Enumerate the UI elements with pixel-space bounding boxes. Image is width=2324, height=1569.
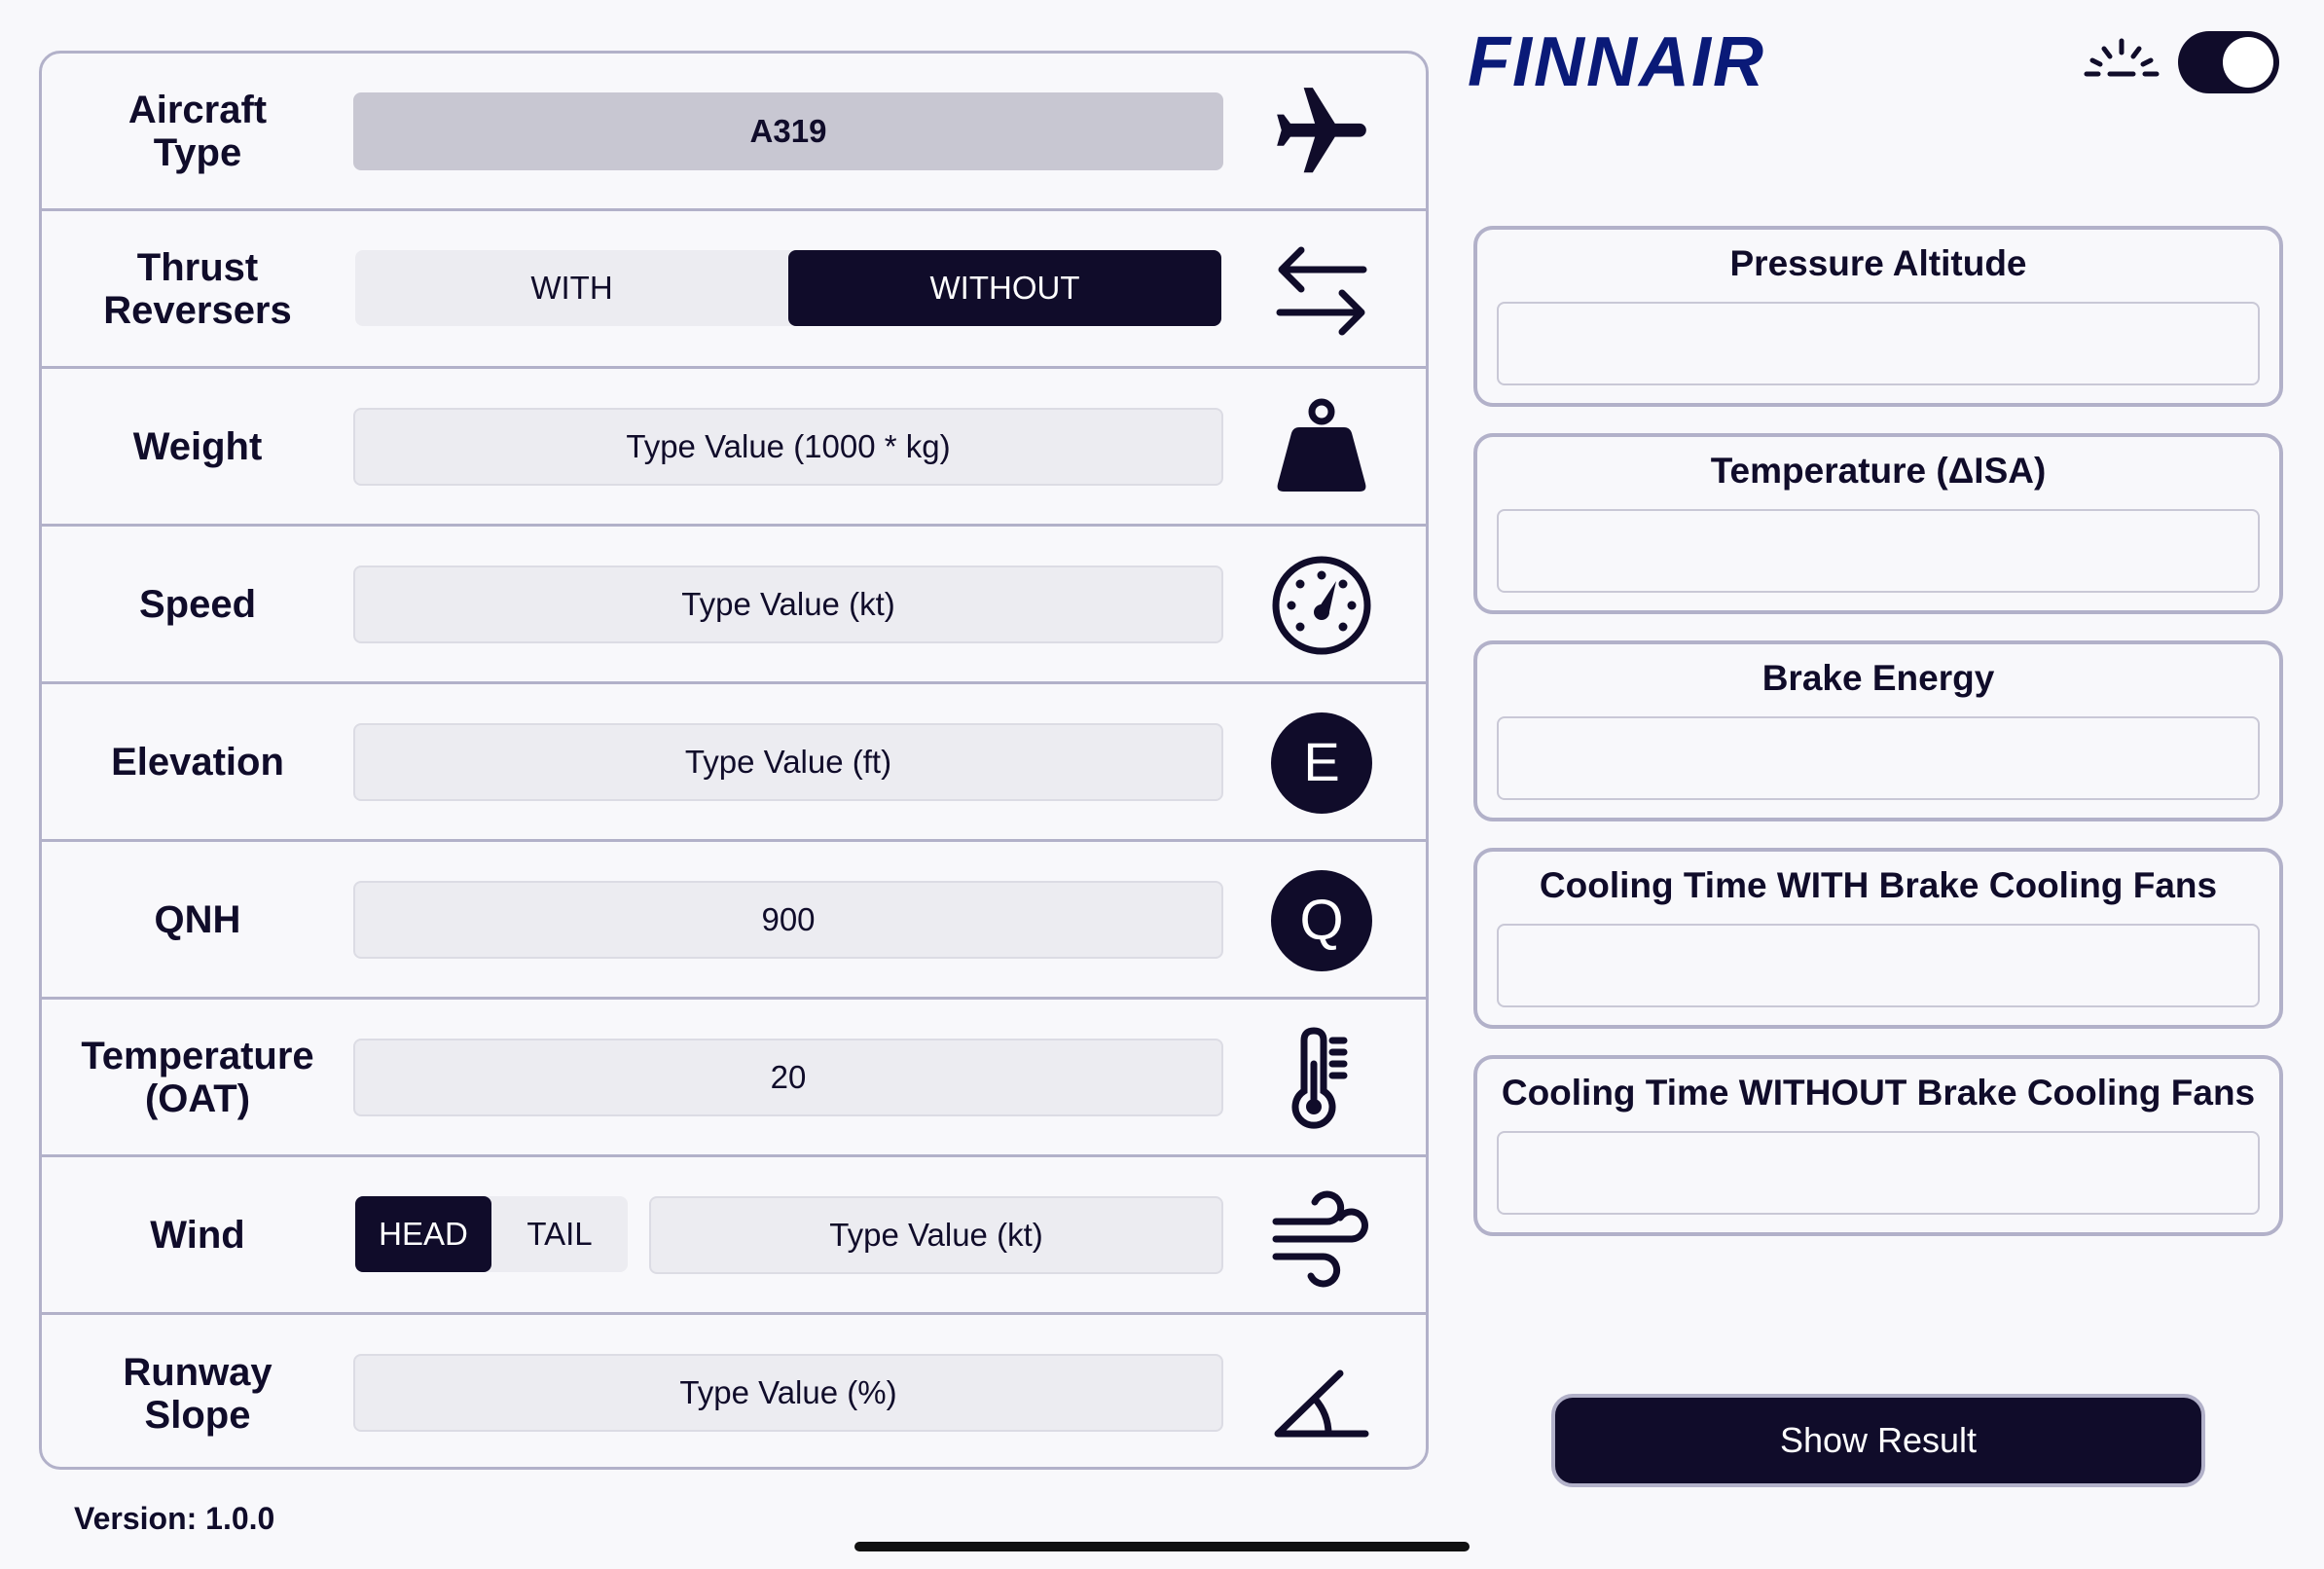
arrows-left-right-icon <box>1268 237 1375 344</box>
runway-slope-input[interactable]: Type Value (%) <box>353 1354 1223 1432</box>
row-qnh: QNH 900 Q <box>42 842 1426 1000</box>
speed-input[interactable]: Type Value (kt) <box>353 566 1223 643</box>
speed-label: Speed <box>138 582 257 626</box>
row-elevation: Elevation Type Value (ft) E <box>42 684 1426 842</box>
version-label: Version: 1.0.0 <box>74 1501 275 1536</box>
result-title: Cooling Time WITH Brake Cooling Fans <box>1539 865 2218 905</box>
svg-text:Q: Q <box>1299 889 1343 952</box>
show-result-button[interactable]: Show Result <box>1551 1394 2205 1487</box>
pressure-altitude-output <box>1497 302 2260 385</box>
sun-icon <box>2083 35 2161 93</box>
airplane-icon <box>1268 79 1375 186</box>
row-runway-slope: Runway Slope Type Value (%) <box>42 1315 1426 1467</box>
brake-energy-output <box>1497 716 2260 800</box>
wind-speed-input[interactable]: Type Value (kt) <box>649 1196 1223 1274</box>
result-card-brake-energy: Brake Energy <box>1473 640 2283 821</box>
temperature-isa-output <box>1497 509 2260 593</box>
aircraft-type-label: Aircraft Type <box>127 88 268 174</box>
row-aircraft-type: Aircraft Type A319 <box>42 54 1426 211</box>
wind-tail-option[interactable]: TAIL <box>491 1196 628 1272</box>
result-card-cooling-with-fans: Cooling Time WITH Brake Cooling Fans <box>1473 848 2283 1029</box>
result-title: Temperature (ΔISA) <box>1710 451 2047 491</box>
weight-label: Weight <box>132 424 263 468</box>
row-wind: Wind HEAD TAIL Type Value (kt) <box>42 1157 1426 1315</box>
thermometer-icon <box>1268 1025 1375 1132</box>
speedometer-icon <box>1268 552 1375 659</box>
toggle-knob <box>2223 37 2273 88</box>
result-title: Brake Energy <box>1761 658 1995 698</box>
result-card-cooling-without-fans: Cooling Time WITHOUT Brake Cooling Fans <box>1473 1055 2283 1236</box>
weight-icon <box>1268 394 1375 501</box>
result-title: Pressure Altitude <box>1729 243 2027 283</box>
weight-input[interactable]: Type Value (1000 * kg) <box>353 408 1223 486</box>
result-card-pressure-altitude: Pressure Altitude <box>1473 226 2283 407</box>
cooling-with-fans-output <box>1497 924 2260 1007</box>
angle-icon <box>1268 1340 1375 1447</box>
letter-q-icon: Q <box>1268 867 1375 974</box>
elevation-input[interactable]: Type Value (ft) <box>353 723 1223 801</box>
result-title: Cooling Time WITHOUT Brake Cooling Fans <box>1501 1073 2256 1113</box>
temperature-input[interactable]: 20 <box>353 1039 1223 1116</box>
runway-slope-label: Runway Slope <box>123 1351 272 1437</box>
svg-text:FINNAIR: FINNAIR <box>1468 29 1765 97</box>
wind-icon <box>1268 1183 1375 1290</box>
thrust-reversers-label: Thrust Reversers <box>103 245 292 332</box>
thrust-with-option[interactable]: WITH <box>355 250 788 326</box>
thrust-without-option[interactable]: WITHOUT <box>788 250 1221 326</box>
row-weight: Weight Type Value (1000 * kg) <box>42 369 1426 527</box>
home-indicator[interactable] <box>854 1542 1470 1551</box>
wind-head-option[interactable]: HEAD <box>355 1196 491 1272</box>
result-card-temperature-isa: Temperature (ΔISA) <box>1473 433 2283 614</box>
temperature-label: Temperature (OAT) <box>81 1034 314 1120</box>
cooling-without-fans-output <box>1497 1131 2260 1215</box>
elevation-label: Elevation <box>111 740 284 784</box>
row-temperature: Temperature (OAT) 20 <box>42 1000 1426 1157</box>
row-speed: Speed Type Value (kt) <box>42 527 1426 684</box>
finnair-logo: FINNAIR <box>1468 23 1876 101</box>
svg-text:E: E <box>1303 731 1339 792</box>
thrust-reversers-toggle: WITH WITHOUT <box>355 250 1221 326</box>
input-panel: Aircraft Type A319 Thrust Reversers WITH… <box>39 51 1429 1470</box>
wind-direction-toggle: HEAD TAIL <box>355 1196 628 1272</box>
letter-e-icon: E <box>1268 710 1375 817</box>
wind-label: Wind <box>150 1213 245 1257</box>
qnh-input[interactable]: 900 <box>353 881 1223 959</box>
qnh-label: QNH <box>154 897 241 941</box>
theme-toggle[interactable] <box>2178 31 2279 93</box>
aircraft-type-field[interactable]: A319 <box>353 92 1223 170</box>
row-thrust-reversers: Thrust Reversers WITH WITHOUT <box>42 211 1426 369</box>
